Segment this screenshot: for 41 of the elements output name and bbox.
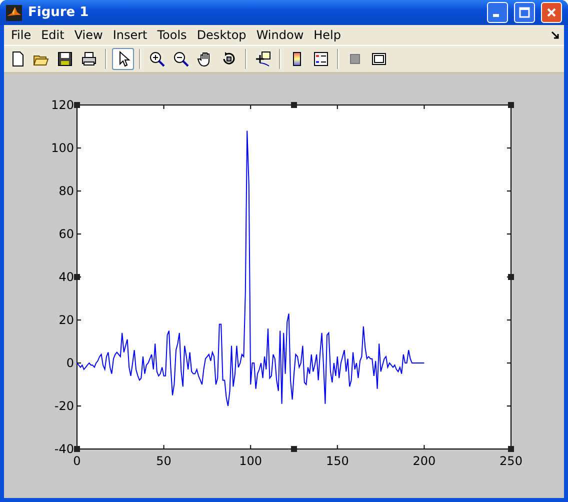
maximize-button[interactable] [514, 2, 535, 23]
selection-handle[interactable] [508, 274, 514, 280]
selection-handle[interactable] [508, 102, 514, 108]
x-tick-label: 50 [156, 454, 172, 468]
x-tick-label: 250 [500, 454, 522, 468]
x-tick-label: 150 [326, 454, 349, 468]
app-logo-icon [6, 4, 22, 20]
y-tick-label: 0 [66, 356, 74, 370]
arrow-cursor-icon[interactable] [112, 48, 134, 70]
maximize-icon [519, 7, 530, 18]
y-tick-label: -40 [54, 442, 74, 456]
minimize-button[interactable] [487, 2, 508, 23]
menu-item[interactable]: View [69, 28, 108, 42]
minimize-icon [493, 14, 499, 17]
x-tick-label: 0 [73, 454, 81, 468]
selection-handle[interactable] [74, 102, 80, 108]
y-tick-label: 120 [51, 98, 74, 112]
selection-handle[interactable] [291, 102, 297, 108]
y-tick-label: 60 [58, 227, 74, 241]
menu-item[interactable]: Insert [108, 28, 152, 42]
close-button[interactable] [541, 2, 562, 23]
y-tick-label: 80 [58, 184, 74, 198]
window-title: Figure 1 [28, 5, 90, 20]
x-tick-label: 200 [412, 454, 436, 468]
close-icon [546, 7, 557, 18]
y-tick-label: 100 [51, 141, 74, 155]
menu-item[interactable]: Tools [152, 28, 192, 42]
selection-handle[interactable] [508, 446, 514, 452]
x-tick-label: 100 [239, 454, 262, 468]
menu-item[interactable]: Desktop [192, 28, 252, 42]
selection-handle[interactable] [74, 274, 80, 280]
menu-item[interactable]: Edit [36, 28, 70, 42]
dock-arrow-icon[interactable] [551, 30, 560, 40]
menu-item[interactable]: Window [251, 28, 309, 42]
y-tick-label: 20 [58, 313, 74, 327]
menu-item[interactable]: File [6, 28, 36, 42]
menu-item[interactable]: Help [308, 28, 346, 42]
y-tick-label: 40 [58, 270, 74, 284]
selection-handle[interactable] [74, 446, 80, 452]
y-tick-label: -20 [54, 399, 74, 413]
selection-handle[interactable] [291, 446, 297, 452]
